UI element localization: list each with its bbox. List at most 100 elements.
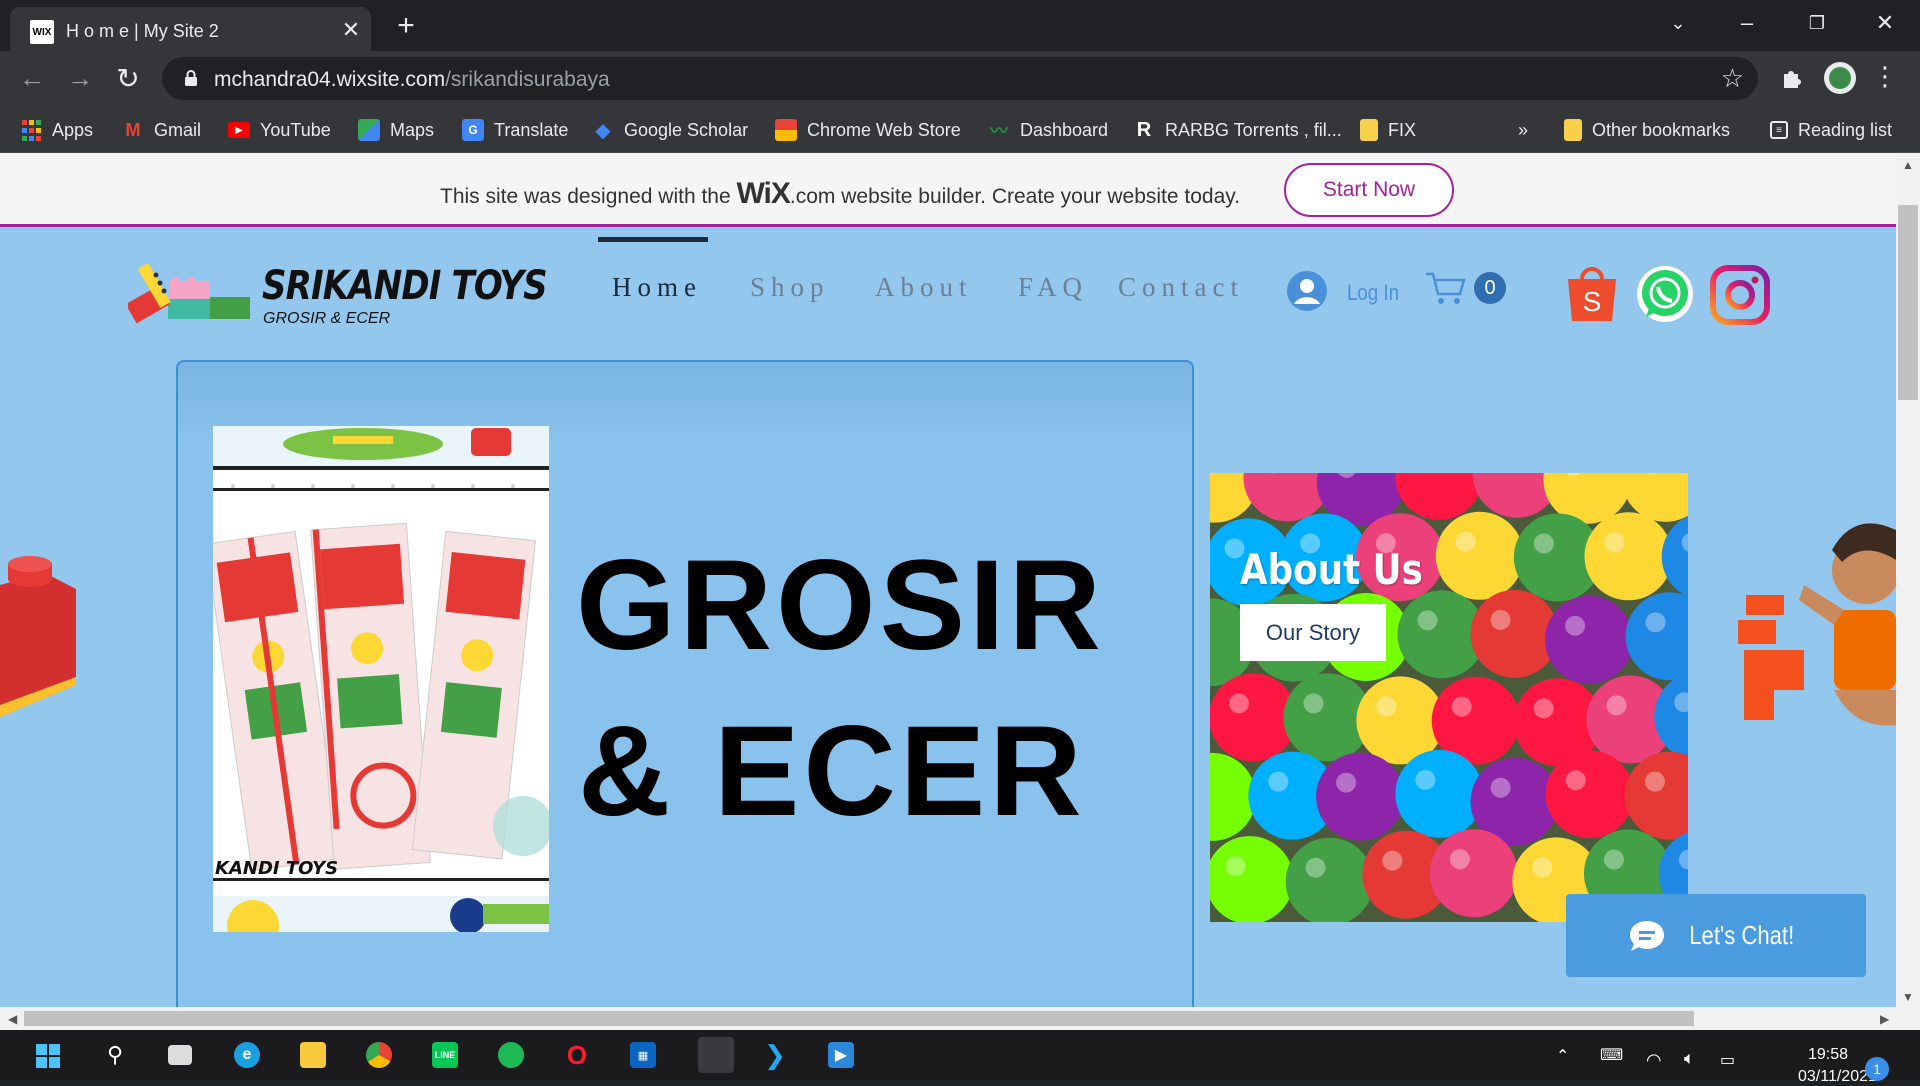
edge-icon[interactable]: e	[234, 1042, 260, 1068]
bookmark-star-icon[interactable]: ☆	[1721, 63, 1744, 94]
lets-chat-button[interactable]: Let's Chat!	[1566, 894, 1866, 977]
about-us-ball-pit-image[interactable]	[1210, 473, 1688, 922]
notification-badge[interactable]: 1	[1865, 1057, 1889, 1081]
bookmark-apps[interactable]: Apps	[20, 115, 93, 145]
logo-bricks-icon[interactable]	[128, 253, 258, 335]
menu-kebab-icon[interactable]: ⋮	[1872, 61, 1898, 92]
nav-active-indicator	[598, 237, 708, 242]
vscode-icon[interactable]: ❯	[762, 1042, 788, 1068]
reading-list-button[interactable]: ≡Reading list	[1770, 115, 1892, 145]
wix-logo: WiX	[736, 177, 789, 210]
ball-decoration	[1436, 512, 1524, 600]
login-link[interactable]: Log In	[1347, 280, 1399, 306]
bookmark-google-scholar[interactable]: ◆Google Scholar	[592, 115, 748, 145]
new-tab-button[interactable]: +	[390, 10, 422, 42]
nav-contact[interactable]: Contact	[1118, 272, 1244, 303]
site-logo-subtitle: GROSIR & ECER	[263, 310, 390, 328]
bookmark-dashboard[interactable]: 〰Dashboard	[988, 115, 1108, 145]
line-app-icon[interactable]: LINE	[432, 1042, 458, 1068]
ball-highlight	[1450, 849, 1470, 869]
browser-tab[interactable]: WIX H o m e | My Site 2 ✕	[10, 7, 371, 51]
ball-highlight	[1304, 693, 1324, 713]
scroll-up-arrow-icon[interactable]: ▲	[1902, 158, 1914, 172]
chat-bubble-icon	[1628, 919, 1666, 953]
active-app-icon[interactable]	[698, 1037, 734, 1073]
bookmark-fix-folder[interactable]: FIX	[1360, 115, 1416, 145]
file-explorer-icon[interactable]	[300, 1042, 326, 1068]
scroll-left-arrow-icon[interactable]: ◀	[8, 1012, 17, 1026]
back-button[interactable]: ←	[14, 60, 50, 96]
forward-button[interactable]: →	[62, 60, 98, 96]
opera-icon[interactable]: O	[564, 1042, 590, 1068]
dashboard-icon: 〰	[988, 119, 1010, 141]
bookmark-chrome-web-store[interactable]: Chrome Web Store	[775, 115, 961, 145]
site-logo-name[interactable]: SRIKANDI TOYS	[262, 263, 547, 309]
bookmarks-overflow-button[interactable]: »	[1518, 115, 1528, 145]
chrome-icon[interactable]	[366, 1042, 392, 1068]
cart-count-badge[interactable]: 0	[1474, 272, 1506, 304]
bookmark-maps[interactable]: Maps	[358, 115, 434, 145]
tab-search-icon[interactable]: ⌄	[1653, 6, 1703, 40]
vertical-scroll-thumb[interactable]	[1898, 205, 1918, 400]
instagram-icon[interactable]	[1710, 265, 1770, 325]
bookmark-youtube[interactable]: ▶YouTube	[228, 115, 331, 145]
nav-about[interactable]: About	[875, 272, 973, 303]
tab-strip: WIX H o m e | My Site 2 ✕ + ⌄ – ❐ ✕	[0, 0, 1920, 51]
about-us-title: About Us	[1240, 545, 1423, 594]
close-tab-icon[interactable]: ✕	[338, 17, 364, 43]
keyboard-icon[interactable]: ⌨	[1600, 1045, 1623, 1065]
nav-home[interactable]: Home	[612, 272, 702, 303]
search-icon[interactable]: ⚲	[102, 1042, 128, 1068]
profile-avatar-icon[interactable]	[1823, 61, 1857, 95]
address-bar[interactable]: mchandra04.wixsite.com/srikandisurabaya …	[162, 57, 1758, 100]
other-bookmarks-folder[interactable]: Other bookmarks	[1564, 115, 1730, 145]
ball-highlight	[1491, 610, 1511, 630]
svg-text:S: S	[1583, 286, 1602, 317]
cart-icon[interactable]	[1424, 270, 1468, 306]
battery-icon[interactable]: ▭	[1720, 1050, 1735, 1070]
whatsapp-icon[interactable]	[1636, 265, 1694, 323]
hero-heading-line2: & ECER	[578, 698, 1086, 845]
ball-highlight	[1376, 696, 1396, 716]
ball-highlight	[1604, 532, 1624, 552]
horizontal-scroll-thumb[interactable]	[24, 1011, 1694, 1026]
ball-highlight	[1565, 616, 1585, 636]
lego-brick-decoration	[0, 555, 80, 725]
nav-shop[interactable]: Shop	[750, 272, 830, 303]
reading-list-icon: ≡	[1770, 121, 1788, 139]
media-app-icon[interactable]: ▶	[828, 1042, 854, 1068]
user-avatar-icon[interactable]	[1286, 270, 1328, 312]
our-story-button[interactable]: Our Story	[1240, 604, 1386, 661]
spotify-icon[interactable]	[498, 1042, 524, 1068]
ball-highlight	[1415, 770, 1435, 790]
scroll-down-arrow-icon[interactable]: ▼	[1902, 990, 1914, 1004]
windows-start-icon[interactable]	[36, 1044, 60, 1068]
close-window-button[interactable]: ✕	[1860, 6, 1910, 40]
volume-icon[interactable]: 🔈︎	[1684, 1048, 1695, 1069]
task-view-icon[interactable]	[168, 1045, 192, 1065]
extensions-icon[interactable]	[1778, 64, 1806, 92]
bookmark-translate[interactable]: GTranslate	[462, 115, 568, 145]
fishing-toy-product-image[interactable]: KANDI TOYS	[213, 426, 549, 932]
nav-faq[interactable]: FAQ	[1018, 272, 1088, 303]
restore-button[interactable]: ❐	[1792, 6, 1842, 40]
minimize-button[interactable]: –	[1722, 6, 1772, 40]
scroll-right-arrow-icon[interactable]: ▶	[1880, 1012, 1889, 1026]
ball-highlight	[1645, 772, 1665, 792]
calendar-icon[interactable]: ▦	[630, 1042, 656, 1068]
bookmark-rarbg[interactable]: RRARBG Torrents , fil...	[1133, 115, 1342, 145]
show-hidden-icons-chevron[interactable]: ⌃	[1556, 1046, 1569, 1066]
ball-decoration	[1546, 750, 1634, 838]
shopee-icon[interactable]: S	[1566, 263, 1618, 323]
folder-icon	[1360, 119, 1378, 141]
clock-time[interactable]: 19:58	[1808, 1046, 1848, 1064]
start-now-button[interactable]: Start Now	[1284, 163, 1454, 217]
ball-highlight	[1532, 857, 1552, 877]
url-text: mchandra04.wixsite.com/srikandisurabaya	[214, 68, 610, 92]
bookmark-gmail[interactable]: MGmail	[122, 115, 201, 145]
wifi-icon[interactable]: ◠	[1646, 1050, 1662, 1071]
hero-heading-line1: GROSIR	[576, 532, 1105, 679]
ball-highlight	[1491, 778, 1511, 798]
reload-button[interactable]: ↻	[110, 60, 146, 96]
ball-highlight	[1566, 770, 1586, 790]
